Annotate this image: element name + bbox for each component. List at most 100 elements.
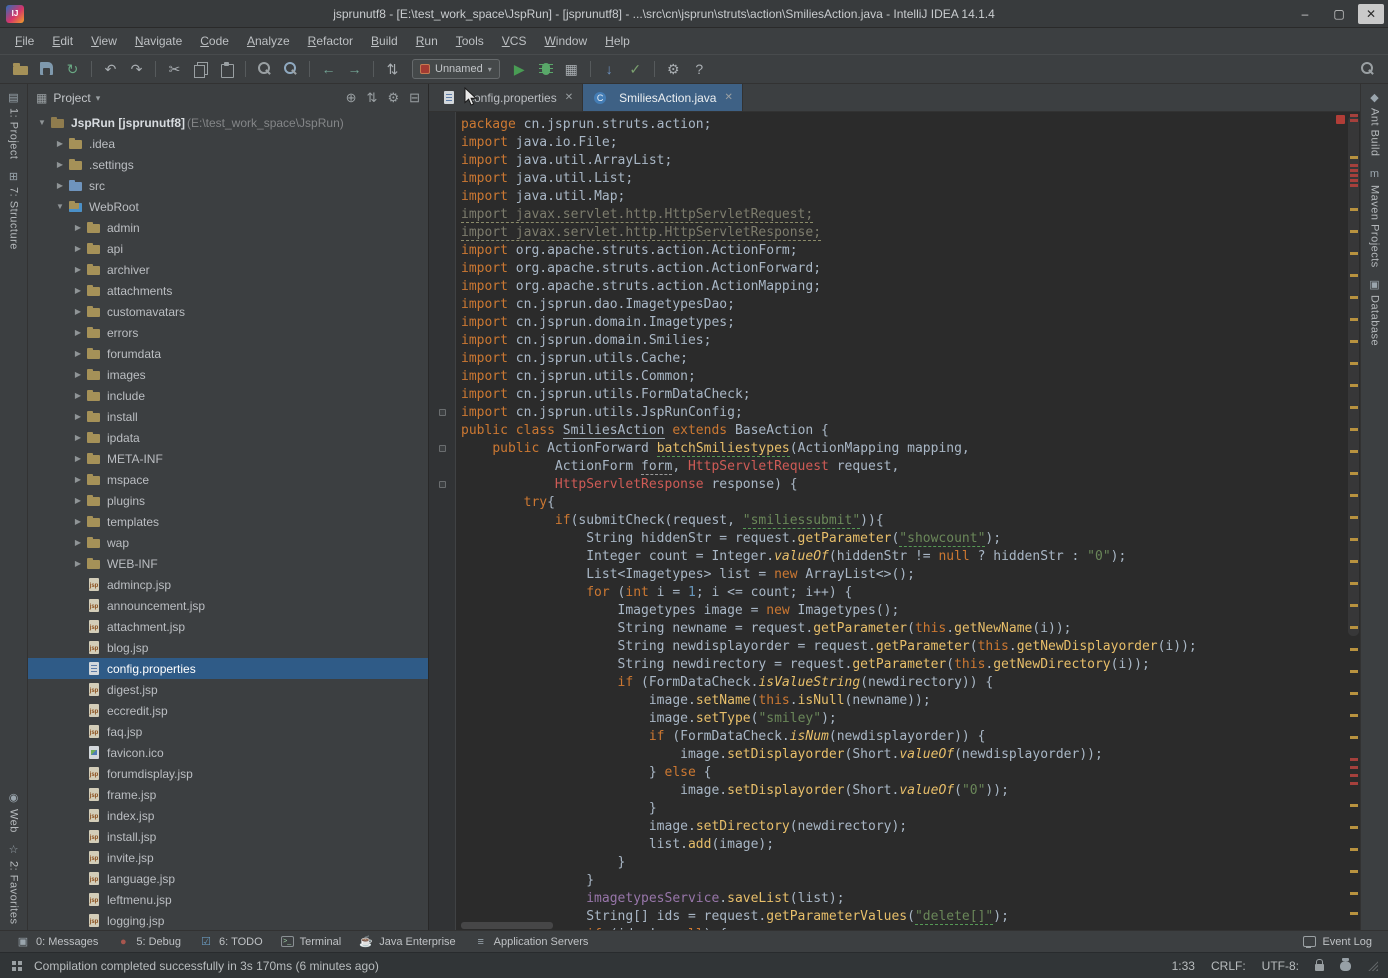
tree-row[interactable]: ▶META-INF xyxy=(28,448,428,469)
menu-edit[interactable]: Edit xyxy=(43,28,82,54)
close-icon[interactable]: ✕ xyxy=(565,92,573,103)
fold-marker-icon[interactable] xyxy=(439,481,446,488)
tree-row[interactable]: ▶plugins xyxy=(28,490,428,511)
collapsed-arrow-icon[interactable]: ▶ xyxy=(70,559,86,568)
fold-marker-icon[interactable] xyxy=(439,445,446,452)
sync-icon[interactable]: ↻ xyxy=(60,58,85,80)
vertical-scrollbar-thumb[interactable] xyxy=(1348,116,1359,636)
panel-title[interactable]: Project xyxy=(53,91,90,105)
tree-row[interactable]: leftmenu.jsp xyxy=(28,889,428,910)
collapsed-arrow-icon[interactable]: ▶ xyxy=(70,328,86,337)
editor[interactable]: package cn.jsprun.struts.action;import j… xyxy=(429,112,1360,930)
tab-SmiliesAction.java[interactable]: SmiliesAction.java✕ xyxy=(583,84,743,111)
stripe-button-ant-build[interactable]: ◆Ant Build xyxy=(1368,90,1382,157)
menu-run[interactable]: Run xyxy=(407,28,447,54)
search-everywhere-icon[interactable] xyxy=(1355,58,1380,80)
tree-row[interactable]: faq.jsp xyxy=(28,721,428,742)
tree-row[interactable]: ▶.settings xyxy=(28,154,428,175)
tree-row[interactable]: ▶templates xyxy=(28,511,428,532)
tree-row[interactable]: ▶admin xyxy=(28,217,428,238)
tree-row[interactable]: ▶customavatars xyxy=(28,301,428,322)
expanded-arrow-icon[interactable]: ▼ xyxy=(34,118,50,127)
tree-row[interactable]: index.jsp xyxy=(28,805,428,826)
tree-row[interactable]: ▶archiver xyxy=(28,259,428,280)
collapsed-arrow-icon[interactable]: ▶ xyxy=(52,181,68,190)
stripe-button-web[interactable]: ◉Web xyxy=(7,791,21,833)
tree-row[interactable]: ▶ipdata xyxy=(28,427,428,448)
help-icon[interactable]: ? xyxy=(687,58,712,80)
tree-row[interactable]: attachment.jsp xyxy=(28,616,428,637)
toolwindow-switcher-icon[interactable] xyxy=(12,961,16,965)
menu-navigate[interactable]: Navigate xyxy=(126,28,191,54)
collapsed-arrow-icon[interactable]: ▶ xyxy=(70,370,86,379)
expanded-arrow-icon[interactable]: ▼ xyxy=(52,202,68,211)
collapsed-arrow-icon[interactable]: ▶ xyxy=(70,517,86,526)
tree-row[interactable]: announcement.jsp xyxy=(28,595,428,616)
settings-icon[interactable]: ⚙ xyxy=(387,90,399,106)
fold-marker-icon[interactable] xyxy=(439,409,446,416)
chevron-down-icon[interactable] xyxy=(96,93,101,104)
hector-icon[interactable] xyxy=(1340,961,1351,971)
close-button[interactable]: ✕ xyxy=(1358,4,1384,24)
collapsed-arrow-icon[interactable]: ▶ xyxy=(70,391,86,400)
horizontal-scrollbar-thumb[interactable] xyxy=(461,922,553,929)
tree-row[interactable]: ▼JspRun [jsprunutf8] (E:\test_work_space… xyxy=(28,112,428,133)
close-icon[interactable]: ✕ xyxy=(724,92,732,103)
tree-row[interactable]: admincp.jsp xyxy=(28,574,428,595)
tree-row[interactable]: invite.jsp xyxy=(28,847,428,868)
collapsed-arrow-icon[interactable]: ▶ xyxy=(70,244,86,253)
collapsed-arrow-icon[interactable]: ▶ xyxy=(70,475,86,484)
tree-row[interactable]: ▶forumdata xyxy=(28,343,428,364)
tree-row[interactable]: install.jsp xyxy=(28,826,428,847)
menu-tools[interactable]: Tools xyxy=(447,28,493,54)
tree-row[interactable]: ▶errors xyxy=(28,322,428,343)
back-icon[interactable]: ← xyxy=(316,58,341,80)
debug-icon[interactable] xyxy=(533,58,558,80)
menu-analyze[interactable]: Analyze xyxy=(238,28,299,54)
menu-build[interactable]: Build xyxy=(362,28,407,54)
coverage-icon[interactable]: ▦ xyxy=(559,58,584,80)
tree-row[interactable]: ▶attachments xyxy=(28,280,428,301)
collapsed-arrow-icon[interactable]: ▶ xyxy=(52,139,68,148)
tree-row[interactable]: ▶api xyxy=(28,238,428,259)
menu-refactor[interactable]: Refactor xyxy=(299,28,362,54)
forward-icon[interactable]: → xyxy=(342,58,367,80)
vcs-commit-icon[interactable]: ✓ xyxy=(623,58,648,80)
stripe-button-maven-projects[interactable]: mMaven Projects xyxy=(1368,167,1382,268)
encoding-indicator[interactable]: UTF-8: xyxy=(1262,959,1299,973)
locate-icon[interactable]: ⊕ xyxy=(346,90,357,106)
stripe-button-database[interactable]: ▣Database xyxy=(1368,277,1382,346)
collapsed-arrow-icon[interactable]: ▶ xyxy=(70,223,86,232)
tree-row[interactable]: forumdisplay.jsp xyxy=(28,763,428,784)
menu-window[interactable]: Window xyxy=(535,28,596,54)
tree-row[interactable]: eccredit.jsp xyxy=(28,700,428,721)
find-icon[interactable] xyxy=(252,58,277,80)
collapsed-arrow-icon[interactable]: ▶ xyxy=(70,433,86,442)
tree-row[interactable]: ▶include xyxy=(28,385,428,406)
code-area[interactable]: package cn.jsprun.struts.action;import j… xyxy=(457,112,1347,930)
copy-icon[interactable] xyxy=(188,58,213,80)
collapsed-arrow-icon[interactable]: ▶ xyxy=(70,454,86,463)
undo-icon[interactable]: ↶ xyxy=(98,58,123,80)
maximize-button[interactable]: ▢ xyxy=(1324,4,1354,24)
toolwindow-button-application-servers[interactable]: ≡Application Servers xyxy=(466,932,597,952)
tree-row[interactable]: ▼WebRoot xyxy=(28,196,428,217)
tree-row[interactable]: config.properties xyxy=(28,658,428,679)
tree-row[interactable]: ▶images xyxy=(28,364,428,385)
stripe-button-structure[interactable]: ⊞7: Structure xyxy=(7,169,21,250)
tree-row[interactable]: ▶.idea xyxy=(28,133,428,154)
minimize-button[interactable]: – xyxy=(1290,4,1320,24)
resize-grip[interactable] xyxy=(1367,960,1378,971)
menu-code[interactable]: Code xyxy=(191,28,238,54)
toolwindow-button-java-enterprise[interactable]: ☕Java Enterprise xyxy=(351,932,463,952)
tree-row[interactable]: favicon.ico xyxy=(28,742,428,763)
collapsed-arrow-icon[interactable]: ▶ xyxy=(52,160,68,169)
run-icon[interactable]: ▶ xyxy=(507,58,532,80)
collapsed-arrow-icon[interactable]: ▶ xyxy=(70,307,86,316)
redo-icon[interactable]: ↷ xyxy=(124,58,149,80)
tree-row[interactable]: ▶install xyxy=(28,406,428,427)
tab-config.properties[interactable]: config.properties✕ xyxy=(432,84,583,111)
open-icon[interactable] xyxy=(8,58,33,80)
stripe-button-favorites[interactable]: ☆2: Favorites xyxy=(7,843,21,924)
collapsed-arrow-icon[interactable]: ▶ xyxy=(70,412,86,421)
